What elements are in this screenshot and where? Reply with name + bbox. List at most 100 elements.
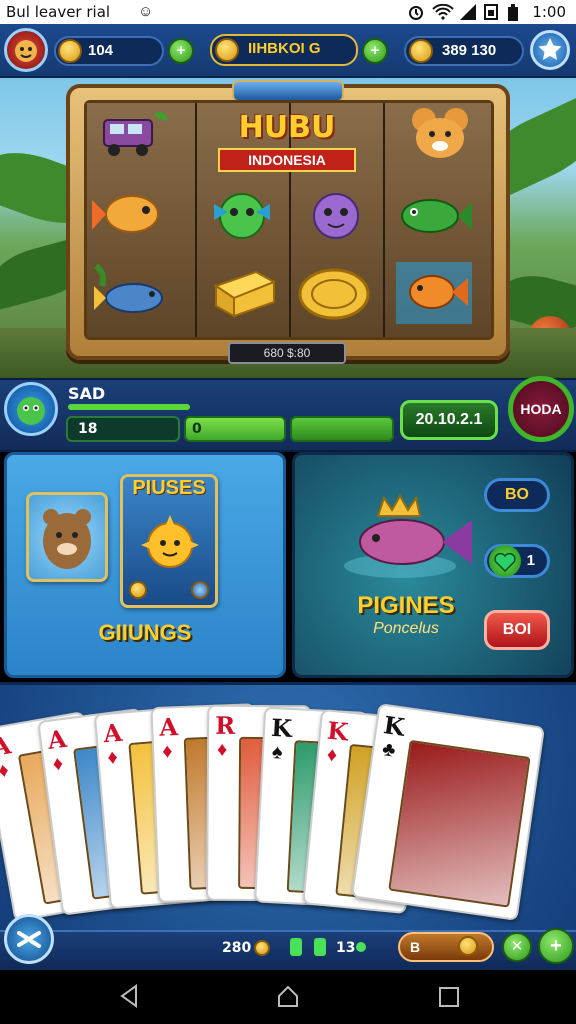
star-icon	[538, 38, 562, 60]
card-rank: A	[45, 723, 69, 756]
heart-icon	[489, 545, 521, 577]
alarm-icon	[408, 4, 424, 20]
carp-symbol	[396, 262, 472, 324]
logo-title: HUBU	[238, 110, 336, 145]
crowned-fish-art	[340, 478, 476, 588]
logo-subtitle: INDONESIA	[218, 148, 356, 172]
player-name: SAD	[68, 384, 106, 403]
playing-card[interactable]: K ♣	[350, 703, 546, 921]
tuna-symbol	[92, 262, 168, 324]
bottom-field-label: B	[410, 939, 421, 955]
player-avatar[interactable]	[4, 382, 58, 436]
purple-puffer-symbol	[298, 184, 374, 246]
stat1-value: 18	[78, 421, 98, 437]
title-pill: IIHBKOI G	[210, 34, 358, 66]
promo-btn-2[interactable]: 1	[484, 544, 550, 578]
recents-icon	[439, 987, 459, 1007]
bottom-field[interactable]: B	[398, 932, 494, 962]
card-suit: ♦	[51, 752, 65, 776]
wifi-icon	[432, 3, 454, 20]
card-suit: ♦	[216, 738, 228, 761]
card-rank: R	[215, 710, 236, 740]
card-rank: A	[158, 712, 179, 742]
card-suit: ♦	[0, 758, 11, 783]
bottom-value-2: 13	[336, 940, 356, 956]
card-coin-icon	[129, 581, 147, 599]
top-hud: 104 + IIHBKOI G + 389 130	[0, 24, 576, 78]
promo-right-heading: PIGINES	[357, 592, 455, 619]
card-rank: K	[325, 715, 350, 747]
card-gem-icon	[191, 581, 209, 599]
signal-icon	[458, 4, 478, 20]
stat-field-1: 18	[66, 416, 180, 442]
reel-info-display: 680 $:80	[228, 342, 346, 364]
profile-avatar[interactable]	[4, 28, 48, 72]
card-art	[388, 739, 531, 908]
bottom-chip-icon-1	[290, 938, 302, 956]
gold-coin-symbol	[296, 262, 372, 324]
promo-btn-1[interactable]: BO	[484, 478, 550, 512]
card-rank: A	[102, 717, 124, 749]
title-coin-icon	[215, 38, 239, 62]
bottom-chip-icon-2	[314, 938, 326, 956]
truck-symbol	[96, 106, 172, 168]
hud-title: IIHBKOI G	[248, 40, 321, 57]
coins-pill: 104	[54, 36, 164, 66]
notification-icon: ☺	[138, 3, 154, 20]
card-table: A ♦ A ♦ A ♦ A ♦ R ♦ K ♠ K ♦ K ♣	[0, 682, 576, 934]
home-button[interactable]	[276, 984, 300, 1013]
balance-display: 20.10.2.1	[400, 400, 498, 440]
back-button[interactable]	[118, 984, 140, 1013]
gem-icon	[409, 39, 433, 63]
promo-right-subheading: Poncelus	[373, 620, 439, 637]
add-title-button[interactable]: +	[362, 38, 388, 64]
card-suit: ♦	[325, 743, 339, 767]
card-rank: A	[0, 730, 14, 763]
card-suit: ♦	[106, 746, 119, 770]
bottom-coin-icon	[254, 940, 270, 956]
gems-pill: 389 130	[404, 36, 524, 66]
xp-bar	[68, 404, 190, 410]
sim-icon	[484, 4, 498, 20]
mode-button[interactable]: HODA	[508, 376, 574, 442]
card-suit: ♦	[161, 740, 173, 763]
recents-button[interactable]	[438, 986, 460, 1013]
jumping-fish-symbol	[396, 184, 472, 246]
card-suit: ♠	[271, 741, 284, 764]
battery-icon	[506, 4, 520, 21]
coin-icon	[58, 39, 82, 63]
tools-button[interactable]: ✕	[502, 932, 532, 962]
green-fish-symbol	[204, 184, 280, 246]
gems-value: 389 130	[442, 42, 497, 59]
gold-bar-symbol	[206, 262, 282, 324]
back-icon	[120, 984, 137, 1008]
stat2-value: 0	[192, 421, 202, 437]
game-logo: HUBU INDONESIA	[212, 108, 362, 178]
field-coin-icon	[458, 936, 478, 956]
star-button[interactable]	[530, 30, 570, 70]
shuffle-icon	[17, 931, 41, 948]
stat-field-2: 0	[184, 416, 286, 442]
android-nav-bar	[0, 970, 576, 1024]
home-icon	[278, 985, 298, 1007]
fish-feature-card[interactable]: PIUSES	[120, 474, 218, 608]
bottom-value-1: 280	[222, 940, 252, 956]
promo-btn-3[interactable]: BOI	[484, 610, 550, 650]
shuffle-button[interactable]	[4, 914, 54, 964]
card-suit: ♣	[380, 738, 397, 762]
add-coins-button[interactable]: +	[168, 38, 194, 64]
coins-value: 104	[88, 42, 114, 59]
add-button[interactable]: +	[538, 928, 574, 964]
status-left-text: Bul leaver rial	[6, 3, 111, 21]
otter-card[interactable]	[26, 492, 108, 582]
status-time: 1:00	[532, 3, 566, 21]
promo-btn-2-label: 1	[526, 552, 535, 569]
card-fan: A ♦ A ♦ A ♦ A ♦ R ♦ K ♠ K ♦ K ♣	[0, 685, 576, 937]
stat-field-3	[290, 416, 394, 442]
promo-left-caption: GIIUNGS	[98, 620, 192, 645]
promo-left-heading: PIUSES	[132, 477, 206, 499]
bottom-dot-icon	[356, 942, 366, 952]
machine-top-badge	[232, 80, 344, 102]
mouse-symbol	[402, 104, 478, 166]
card-rank: K	[381, 710, 407, 742]
